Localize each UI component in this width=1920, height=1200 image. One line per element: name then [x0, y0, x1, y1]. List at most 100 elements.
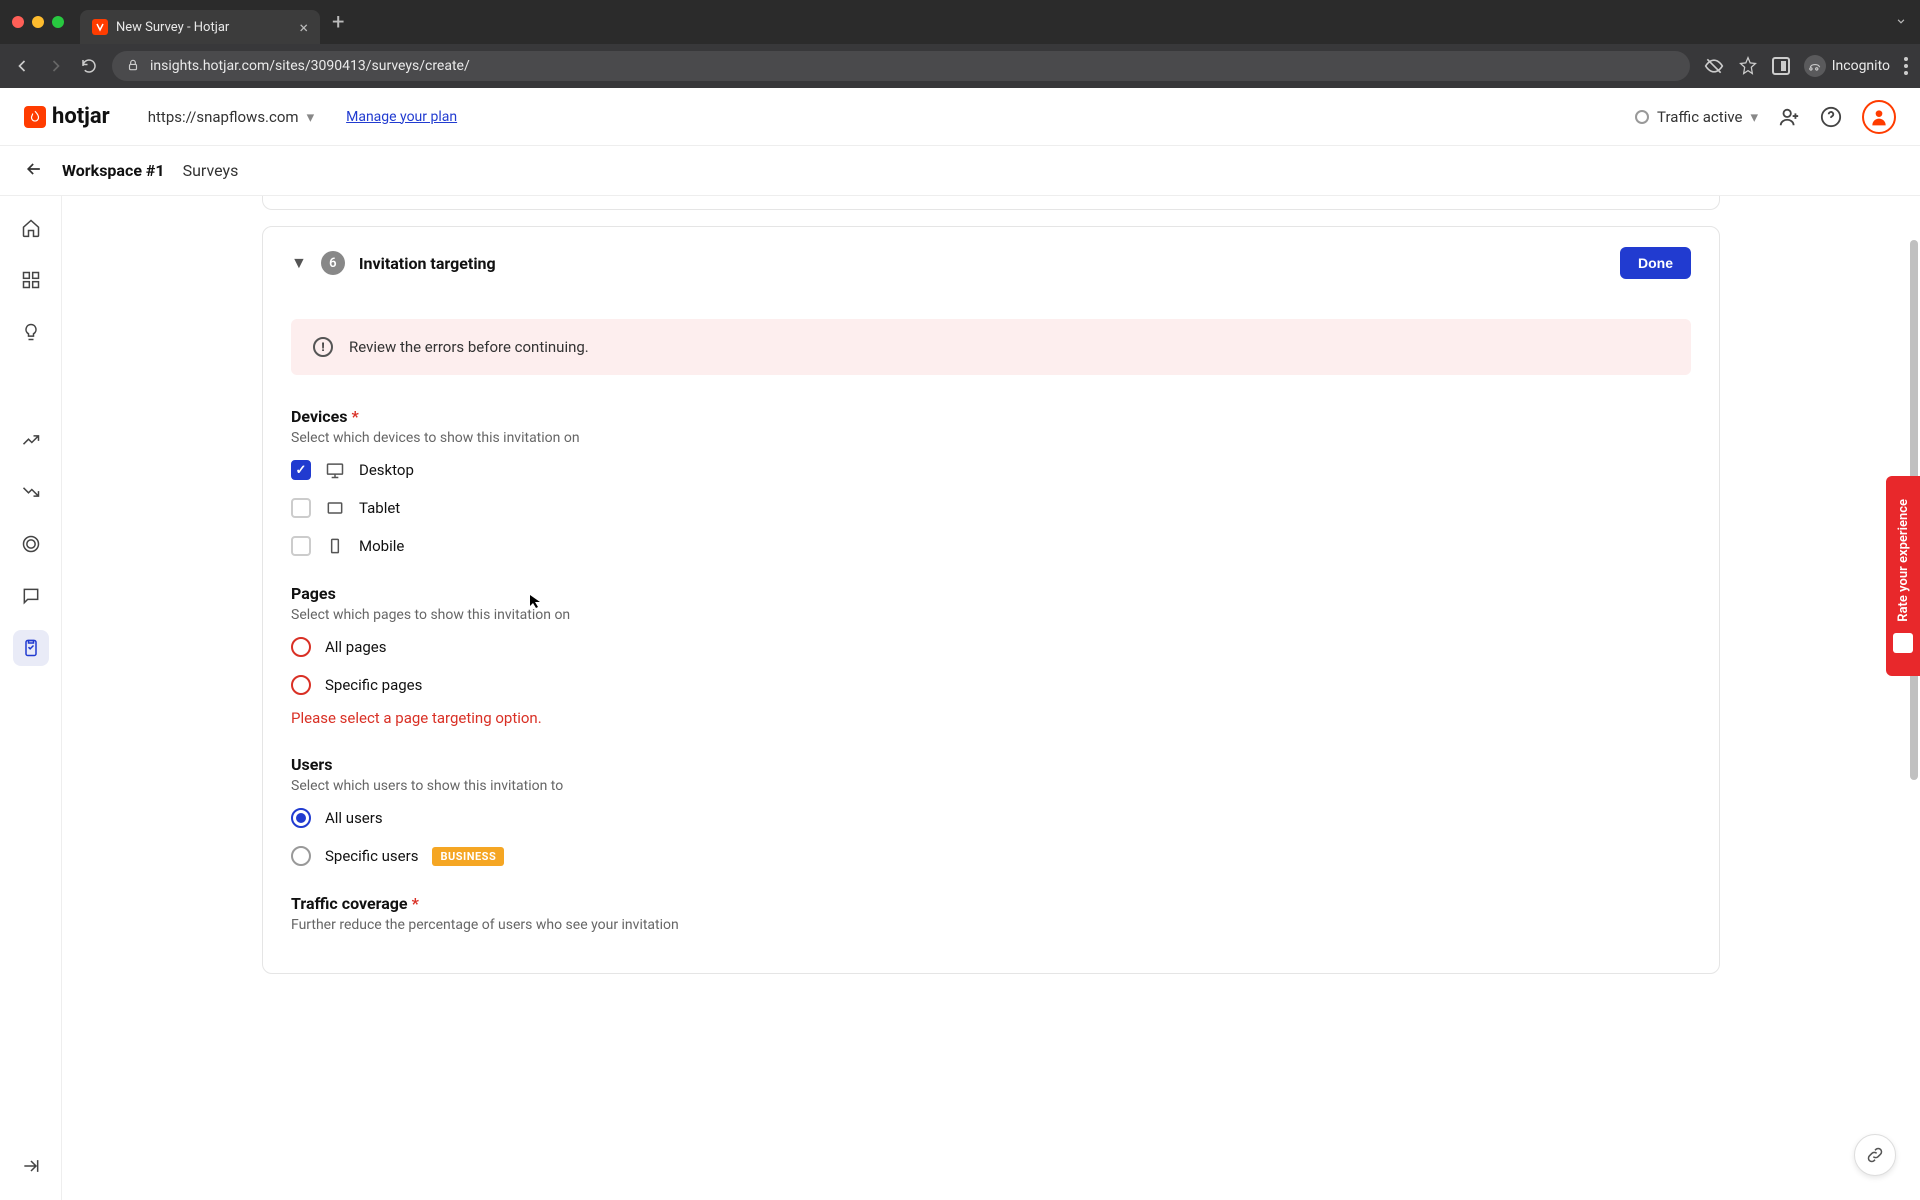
invite-user-icon[interactable] [1778, 106, 1800, 128]
browser-toolbar: insights.hotjar.com/sites/3090413/survey… [0, 44, 1920, 88]
devices-options: Desktop Tablet Mobile [291, 460, 1691, 556]
rail-home-icon[interactable] [13, 210, 49, 246]
pages-option-label: Specific pages [325, 676, 422, 694]
breadcrumb: Workspace #1 Surveys [0, 146, 1920, 196]
tab-title: New Survey - Hotjar [116, 20, 291, 35]
help-icon[interactable] [1820, 106, 1842, 128]
pages-option-specific[interactable]: Specific pages [291, 675, 1691, 695]
users-options: All users Specific users BUSINESS [291, 808, 1691, 866]
site-picker[interactable]: https://snapflows.com ▾ [148, 108, 314, 126]
browser-toolbar-right: Incognito [1704, 55, 1908, 77]
pages-error-text: Please select a page targeting option. [291, 709, 1691, 727]
users-option-all[interactable]: All users [291, 808, 1691, 828]
extensions-icon[interactable] [1772, 57, 1790, 75]
device-label: Desktop [359, 461, 414, 479]
hotjar-logo[interactable]: hotjar [24, 104, 110, 129]
incognito-icon [1804, 55, 1826, 77]
feedback-label: Rate your experience [1896, 499, 1911, 622]
business-badge: BUSINESS [432, 847, 504, 866]
user-avatar[interactable] [1862, 100, 1896, 134]
radio-specific-users[interactable] [291, 846, 311, 866]
status-dot-icon [1635, 110, 1649, 124]
alert-message: Review the errors before continuing. [349, 338, 589, 356]
browser-tab[interactable]: New Survey - Hotjar × [80, 10, 320, 44]
tab-close-icon[interactable]: × [299, 18, 308, 37]
app-header: hotjar https://snapflows.com ▾ Manage yo… [0, 88, 1920, 146]
browser-back-button[interactable] [12, 56, 32, 76]
users-option-label: Specific users [325, 847, 418, 865]
done-button[interactable]: Done [1620, 247, 1691, 279]
radio-all-pages[interactable] [291, 637, 311, 657]
checkbox-mobile[interactable] [291, 536, 311, 556]
radio-all-users[interactable] [291, 808, 311, 828]
traffic-status-label: Traffic active [1657, 108, 1742, 126]
devices-subtitle: Select which devices to show this invita… [291, 430, 1691, 446]
traffic-title-text: Traffic coverage [291, 894, 408, 913]
rail-recordings-icon[interactable] [13, 526, 49, 562]
browser-menu-button[interactable] [1904, 57, 1908, 75]
new-tab-button[interactable]: + [332, 10, 344, 35]
rail-surveys-icon[interactable] [13, 630, 49, 666]
main-content[interactable]: ▼ 6 Invitation targeting Done ! Review t… [62, 196, 1920, 1200]
header-right: Traffic active ▾ [1635, 100, 1896, 134]
traffic-coverage-section: Traffic coverage * Further reduce the pe… [291, 894, 1691, 933]
device-option-tablet[interactable]: Tablet [291, 498, 1691, 518]
traffic-status-dropdown[interactable]: Traffic active ▾ [1635, 108, 1758, 126]
share-link-fab[interactable] [1854, 1134, 1896, 1176]
browser-forward-button[interactable] [46, 56, 66, 76]
collapse-caret-icon[interactable]: ▼ [291, 253, 307, 273]
chevron-down-icon: ▾ [1750, 108, 1758, 126]
rail-funnels-icon[interactable] [13, 474, 49, 510]
back-arrow-icon[interactable] [24, 159, 44, 183]
browser-profile-button[interactable]: Incognito [1804, 55, 1890, 77]
eye-off-icon[interactable] [1704, 56, 1724, 76]
users-option-specific[interactable]: Specific users BUSINESS [291, 846, 1691, 866]
tabs-overflow-icon[interactable] [1894, 13, 1908, 32]
users-subtitle: Select which users to show this invitati… [291, 778, 1691, 794]
url-text: insights.hotjar.com/sites/3090413/survey… [150, 58, 470, 74]
chevron-down-icon: ▾ [307, 108, 315, 126]
browser-tab-strip: New Survey - Hotjar × + [0, 0, 1920, 44]
device-option-desktop[interactable]: Desktop [291, 460, 1691, 480]
checkbox-tablet[interactable] [291, 498, 311, 518]
rail-feedback-icon[interactable] [13, 578, 49, 614]
tablet-icon [325, 498, 345, 518]
window-controls [12, 16, 64, 28]
required-asterisk: * [412, 894, 419, 913]
tab-favicon-icon [92, 19, 108, 35]
users-section: Users Select which users to show this in… [291, 755, 1691, 866]
rail-highlights-icon[interactable] [13, 314, 49, 350]
address-bar[interactable]: insights.hotjar.com/sites/3090413/survey… [112, 51, 1690, 81]
lock-icon [126, 57, 140, 76]
window-minimize-button[interactable] [32, 16, 44, 28]
rail-expand-icon[interactable] [13, 1148, 49, 1184]
bookmark-star-icon[interactable] [1738, 56, 1758, 76]
logo-flame-icon [24, 106, 46, 128]
window-maximize-button[interactable] [52, 16, 64, 28]
logo-text: hotjar [52, 104, 110, 129]
checkbox-desktop[interactable] [291, 460, 311, 480]
browser-reload-button[interactable] [80, 57, 98, 75]
users-title: Users [291, 755, 1691, 774]
rail-dashboard-icon[interactable] [13, 262, 49, 298]
pages-title: Pages [291, 584, 1691, 603]
feedback-emoji-icon [1893, 633, 1913, 653]
profile-label: Incognito [1832, 58, 1890, 74]
breadcrumb-workspace[interactable]: Workspace #1 [62, 161, 165, 180]
breadcrumb-section[interactable]: Surveys [183, 161, 239, 180]
devices-section: Devices * Select which devices to show t… [291, 407, 1691, 556]
window-close-button[interactable] [12, 16, 24, 28]
rail-trends-icon[interactable] [13, 422, 49, 458]
radio-specific-pages[interactable] [291, 675, 311, 695]
pages-options: All pages Specific pages [291, 637, 1691, 695]
left-nav-rail [0, 196, 62, 1200]
traffic-subtitle: Further reduce the percentage of users w… [291, 917, 1691, 933]
feedback-side-tab[interactable]: Rate your experience [1886, 476, 1920, 676]
step-number-badge: 6 [321, 251, 345, 275]
pages-subtitle: Select which pages to show this invitati… [291, 607, 1691, 623]
devices-title: Devices * [291, 407, 1691, 426]
manage-plan-link[interactable]: Manage your plan [346, 109, 457, 125]
device-option-mobile[interactable]: Mobile [291, 536, 1691, 556]
pages-option-all[interactable]: All pages [291, 637, 1691, 657]
previous-panel-edge [262, 196, 1720, 210]
